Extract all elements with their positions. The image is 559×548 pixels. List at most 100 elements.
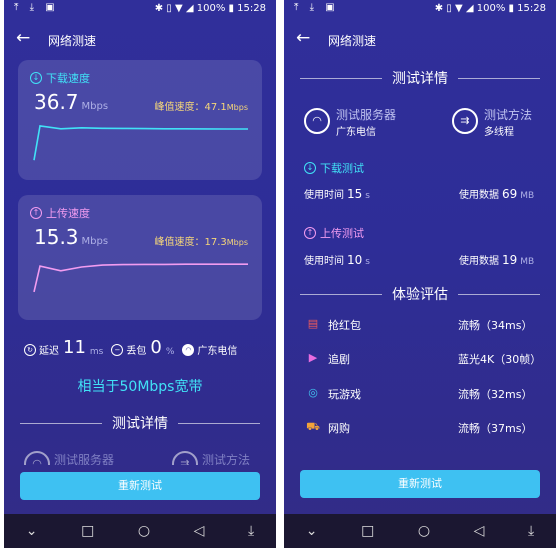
divider bbox=[300, 77, 382, 79]
nav-down-icon[interactable]: ⌄ bbox=[306, 523, 318, 539]
detail-section-header: 测试详情 bbox=[300, 68, 540, 88]
download-peak-value: 峰值速度：47.1 bbox=[154, 102, 227, 113]
method-value: 多线程 bbox=[484, 127, 514, 138]
nav-recent-icon[interactable]: □ bbox=[361, 523, 374, 539]
data-value: 69 bbox=[502, 187, 518, 201]
download-test-heading: ↓ 下载测试 bbox=[304, 160, 364, 176]
method-label: 测试方法 bbox=[202, 453, 251, 465]
time-unit: s bbox=[365, 191, 370, 201]
page-title: 网络测速 bbox=[328, 34, 377, 48]
time-unit: s bbox=[365, 257, 370, 267]
speed-result-screen: ⤒ ⤓ ▣ ✱ ▯ ▼ ◢ 100% ▮ 15:28 ← 网络测速 ↓ 下载速度… bbox=[4, 0, 276, 548]
download-speed-value: 36.7 bbox=[34, 90, 79, 114]
upload-speed: 15.3 Mbps bbox=[34, 225, 108, 249]
data-unit: MB bbox=[520, 257, 535, 267]
experience-value: 流畅（37ms） bbox=[458, 422, 533, 435]
download-peak: 峰值速度：47.1Mbps bbox=[155, 98, 249, 113]
experience-row-game: ◎ 玩游戏 流畅（32ms） bbox=[306, 385, 536, 403]
nav-home-icon[interactable]: ○ bbox=[418, 523, 430, 539]
partial-detail-row: ◠ 测试服务器 ⇉ 测试方法 bbox=[4, 445, 276, 465]
experience-value: 蓝光4K（30帧） bbox=[458, 353, 542, 366]
back-arrow-icon[interactable]: ← bbox=[296, 28, 310, 48]
delay-stat: ↻ 延迟 11 ms bbox=[24, 339, 103, 357]
experience-row-video: ▶ 追剧 蓝光4K（30帧） bbox=[306, 350, 542, 368]
title-bar: ← 网络测速 bbox=[284, 26, 556, 52]
time-label: 使用时间 bbox=[304, 190, 344, 201]
upload-test-title: 上传测试 bbox=[320, 227, 364, 240]
download-test-title: 下载测试 bbox=[320, 162, 364, 175]
page-title: 网络测速 bbox=[48, 34, 97, 48]
nav-back-icon[interactable]: ◁ bbox=[474, 523, 485, 539]
data-label: 使用数据 bbox=[459, 190, 499, 201]
status-right: ✱ ▯ ▼ ◢ 100% ▮ 15:28 bbox=[434, 3, 546, 14]
download-card: ↓ 下载速度 36.7 Mbps 峰值速度：47.1Mbps bbox=[18, 60, 262, 180]
download-arrow-icon: ↓ bbox=[30, 72, 42, 84]
retest-button[interactable]: 重新测试 bbox=[20, 472, 260, 500]
detail-section-header: 测试详情 bbox=[20, 413, 260, 433]
method-label: 测试方法 bbox=[484, 108, 533, 122]
stats-row: ↻ 延迟 11 ms − 丢包 0 % ◠ 广东电信 bbox=[24, 337, 266, 357]
experience-row-shopping: ⛟ 网购 流畅（37ms） bbox=[306, 419, 536, 437]
upload-chart bbox=[33, 263, 248, 293]
loss-stat: − 丢包 0 % bbox=[111, 339, 174, 357]
upload-arrow-icon: ↑ bbox=[304, 227, 316, 239]
nav-home-icon[interactable]: ○ bbox=[138, 523, 150, 539]
upload-time: 使用时间 10 s bbox=[304, 252, 370, 267]
divider bbox=[300, 293, 382, 295]
download-arrow-icon: ↓ bbox=[304, 162, 316, 174]
chart-series-line bbox=[33, 125, 248, 161]
upload-label-text: 上传速度 bbox=[46, 207, 90, 220]
status-right: ✱ ▯ ▼ ◢ 100% ▮ 15:28 bbox=[154, 3, 266, 14]
wifi-icon: ◠ bbox=[182, 344, 195, 356]
server-value: 广东电信 bbox=[336, 127, 376, 138]
notification-icons: ⤒ ⤓ ▣ bbox=[294, 2, 339, 13]
data-unit: MB bbox=[520, 191, 535, 201]
download-label-text: 下载速度 bbox=[46, 72, 90, 85]
server-icon: ◠ bbox=[24, 451, 50, 465]
nav-menu-icon[interactable]: ⤓ bbox=[528, 523, 534, 539]
experience-name: 追剧 bbox=[328, 353, 350, 366]
experience-name: 玩游戏 bbox=[328, 388, 361, 401]
server-label: 测试服务器 bbox=[54, 453, 115, 465]
isp-stat: ◠ 广东电信 bbox=[182, 342, 237, 357]
divider bbox=[458, 293, 540, 295]
download-peak-unit: Mbps bbox=[226, 103, 248, 112]
notification-icons: ⤒ ⤓ ▣ bbox=[14, 2, 59, 13]
back-arrow-icon[interactable]: ← bbox=[16, 28, 30, 48]
data-label: 使用数据 bbox=[459, 256, 499, 267]
upload-peak-value: 峰值速度：17.3 bbox=[154, 237, 227, 248]
multithread-icon: ⇉ bbox=[452, 108, 478, 134]
upload-arrow-icon: ↑ bbox=[30, 207, 42, 219]
upload-peak-unit: Mbps bbox=[226, 238, 248, 247]
status-bar: ⤒ ⤓ ▣ ✱ ▯ ▼ ◢ 100% ▮ 15:28 bbox=[4, 0, 276, 18]
nav-recent-icon[interactable]: □ bbox=[81, 523, 94, 539]
delay-value: 11 bbox=[63, 337, 86, 358]
loss-unit: % bbox=[165, 347, 175, 357]
server-label: 测试服务器 bbox=[336, 108, 397, 122]
nav-menu-icon[interactable]: ⤓ bbox=[248, 523, 254, 539]
nav-back-icon[interactable]: ◁ bbox=[194, 523, 205, 539]
time-value: 10 bbox=[347, 253, 363, 267]
nav-down-icon[interactable]: ⌄ bbox=[26, 523, 38, 539]
equivalent-bandwidth: 相当于50Mbps宽带 bbox=[77, 379, 203, 395]
loss-value: 0 bbox=[150, 337, 162, 358]
gamepad-icon: ◎ bbox=[308, 386, 318, 399]
download-data: 使用数据 69 MB bbox=[459, 186, 534, 201]
retest-button[interactable]: 重新测试 bbox=[300, 470, 540, 498]
divider bbox=[20, 422, 102, 424]
experience-section-header: 体验评估 bbox=[300, 284, 540, 304]
upload-card: ↑ 上传速度 15.3 Mbps 峰值速度：17.3Mbps bbox=[18, 195, 262, 320]
status-bar: ⤒ ⤓ ▣ ✱ ▯ ▼ ◢ 100% ▮ 15:28 bbox=[284, 0, 556, 18]
section-title: 测试详情 bbox=[392, 71, 448, 87]
experience-row-redpacket: ▤ 抢红包 流畅（34ms） bbox=[306, 316, 536, 334]
divider bbox=[178, 422, 260, 424]
system-nav-bar: ⌄ □ ○ ◁ ⤓ bbox=[284, 514, 556, 548]
delay-icon: ↻ bbox=[24, 344, 36, 356]
speed-detail-screen: ⤒ ⤓ ▣ ✱ ▯ ▼ ◢ 100% ▮ 15:28 ← 网络测速 测试详情 ◠… bbox=[284, 0, 556, 548]
download-test-row: 使用时间 15 s 使用数据 69 MB bbox=[304, 186, 540, 201]
delay-unit: ms bbox=[89, 347, 104, 357]
video-icon: ▶ bbox=[308, 351, 318, 364]
upload-speed-unit: Mbps bbox=[81, 236, 109, 247]
cart-icon: ⛟ bbox=[306, 420, 320, 433]
experience-name: 抢红包 bbox=[328, 319, 361, 332]
